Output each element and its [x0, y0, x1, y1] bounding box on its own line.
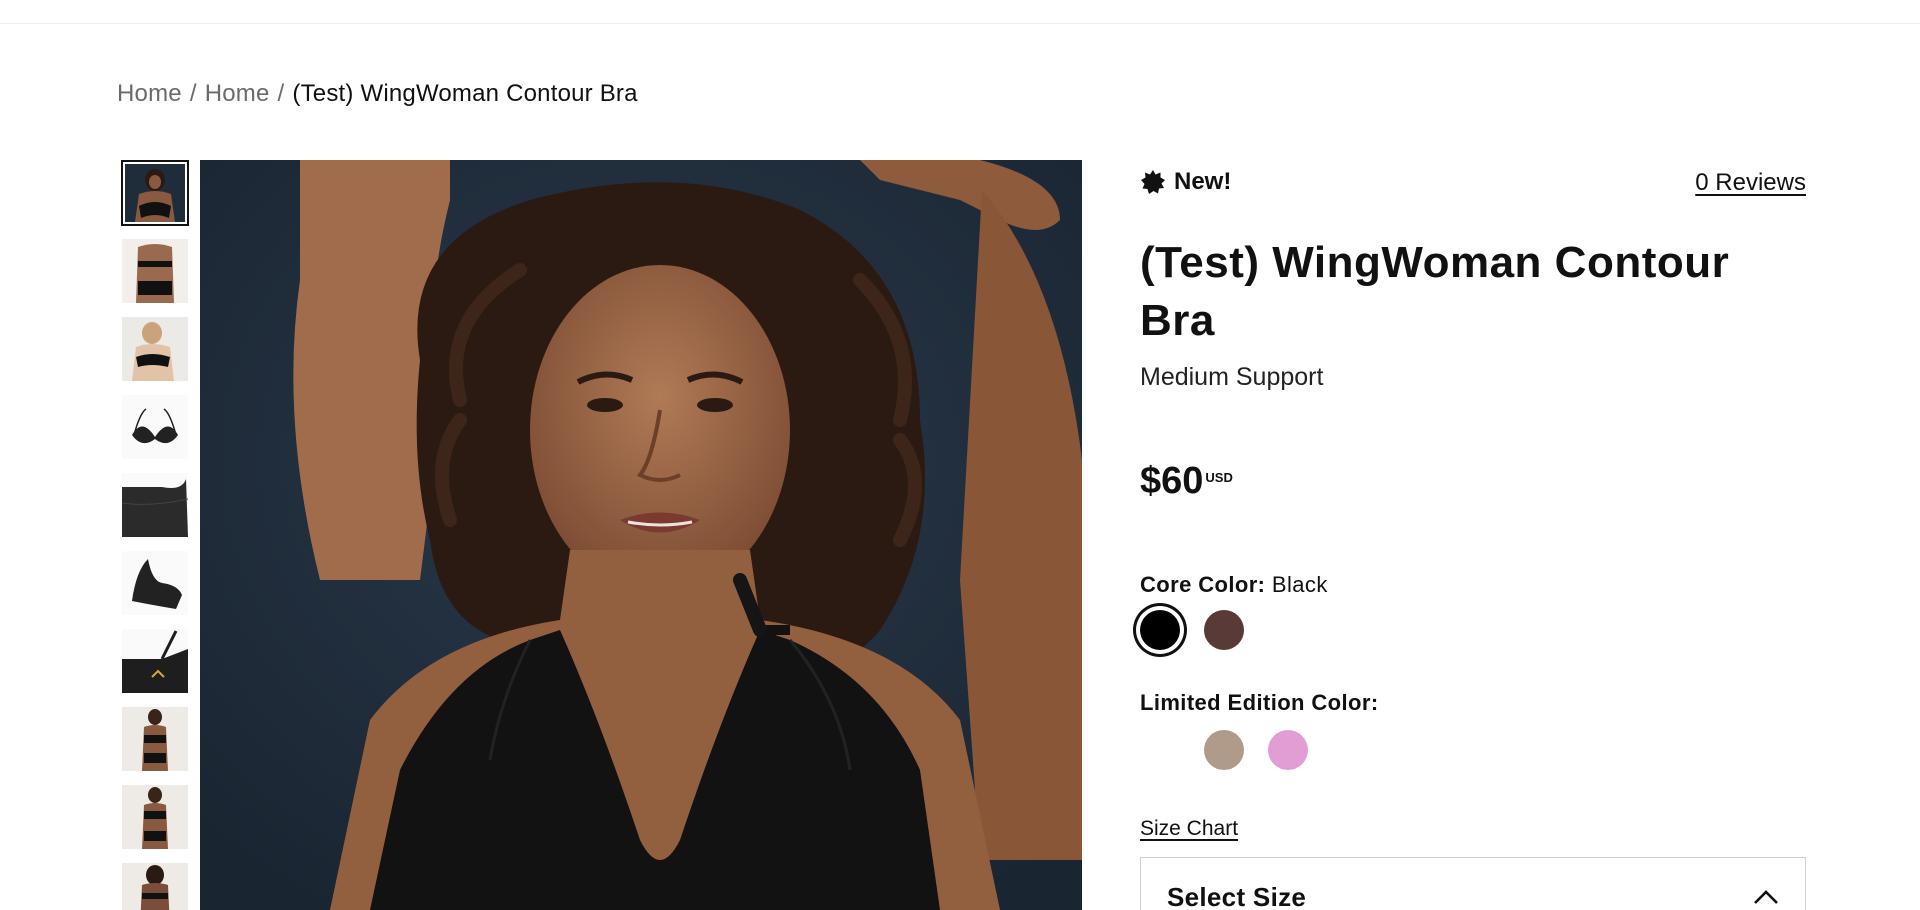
thumbnail-image [122, 551, 188, 615]
thumbnail-1[interactable] [121, 160, 189, 226]
size-select-label: Select Size [1167, 881, 1307, 910]
breadcrumb-separator: / [277, 80, 285, 107]
thumbnail-image [122, 317, 188, 381]
breadcrumb: Home / Home / (Test) WingWoman Contour Bra [117, 80, 638, 108]
model-photo [200, 160, 1082, 910]
new-badge: New! [1140, 168, 1231, 196]
thumbnail-9[interactable] [121, 784, 189, 850]
breadcrumb-home-1[interactable]: Home [117, 80, 182, 107]
thumbnail-8[interactable] [121, 706, 189, 772]
size-select-dropdown[interactable]: Select Size [1140, 857, 1806, 910]
top-header-bar [0, 0, 1920, 24]
thumbnail-4[interactable] [121, 394, 189, 460]
swatch-pink[interactable] [1268, 730, 1308, 770]
starburst-icon [1141, 170, 1165, 194]
thumbnail-image [122, 395, 188, 459]
price-currency: USD [1205, 470, 1233, 485]
breadcrumb-current: (Test) WingWoman Contour Bra [292, 80, 638, 107]
thumbnail-3[interactable] [121, 316, 189, 382]
breadcrumb-home-2[interactable]: Home [205, 80, 270, 107]
size-chart-link[interactable]: Size Chart [1140, 817, 1238, 841]
price-amount: $60 [1140, 460, 1204, 502]
swatch-taupe[interactable] [1204, 730, 1244, 770]
swatch-brown[interactable] [1204, 610, 1244, 650]
limited-color-key: Limited Edition Color: [1140, 690, 1379, 715]
new-badge-label: New! [1174, 168, 1232, 195]
thumbnail-image [122, 785, 188, 849]
core-color-key: Core Color: [1140, 572, 1266, 597]
badge-row: New! 0 Reviews [1140, 160, 1806, 200]
product-title: (Test) WingWoman Contour Bra [1140, 238, 1730, 345]
limited-color-label: Limited Edition Color: [1140, 690, 1379, 716]
thumbnail-image [125, 164, 185, 222]
product-subtitle: Medium Support [1140, 363, 1324, 391]
thumbnail-image [122, 629, 188, 693]
breadcrumb-separator: / [189, 80, 197, 107]
core-color-value: Black [1271, 572, 1328, 597]
chevron-up-icon [1754, 890, 1778, 904]
thumbnail-image [122, 863, 188, 910]
product-price: $60 USD [1140, 460, 1233, 503]
thumbnail-2[interactable] [121, 238, 189, 304]
thumbnail-7[interactable] [121, 628, 189, 694]
core-color-swatches [1140, 610, 1244, 650]
thumbnail-5[interactable] [121, 472, 189, 538]
thumbnail-image [122, 239, 188, 303]
thumbnail-10[interactable] [121, 862, 189, 910]
swatch-black[interactable] [1140, 610, 1180, 650]
swatch-placeholder [1140, 730, 1180, 770]
reviews-link[interactable]: 0 Reviews [1695, 169, 1806, 197]
thumbnail-6[interactable] [121, 550, 189, 616]
thumbnail-image [122, 473, 188, 537]
main-product-image[interactable] [200, 160, 1082, 910]
thumbnail-image [122, 707, 188, 771]
core-color-label: Core Color: Black [1140, 572, 1328, 598]
limited-color-swatches [1140, 730, 1308, 770]
